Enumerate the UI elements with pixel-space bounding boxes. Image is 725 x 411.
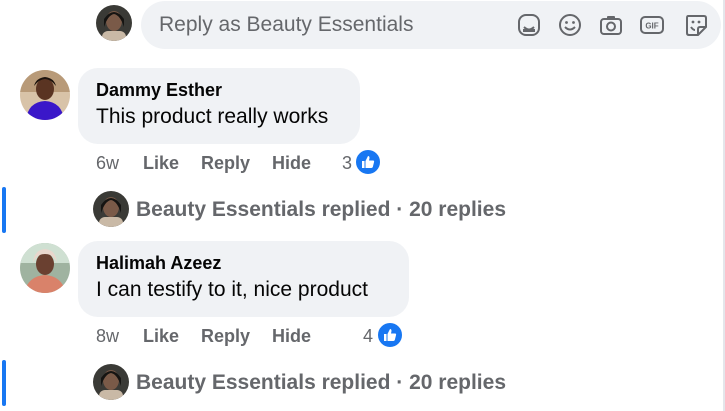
comment-text: I can testify to it, nice product (96, 278, 368, 301)
sticker-icon[interactable] (516, 12, 542, 38)
hide-button[interactable]: Hide (272, 324, 311, 348)
hide-button[interactable]: Hide (272, 151, 311, 175)
svg-text:GIF: GIF (645, 22, 658, 31)
comment-timestamp[interactable]: 6w (96, 151, 119, 175)
commenter-avatar[interactable] (20, 70, 70, 120)
comment-author[interactable]: Halimah Azeez (96, 252, 391, 274)
gif-icon[interactable]: GIF (639, 12, 665, 38)
reply-button[interactable]: Reply (201, 151, 250, 175)
reply-button[interactable]: Reply (201, 324, 250, 348)
reply-composer[interactable]: GIF (141, 1, 721, 49)
comment-author[interactable]: Dammy Esther (96, 79, 342, 101)
comment-text: This product really works (96, 105, 329, 128)
like-button[interactable]: Like (143, 324, 179, 348)
page-avatar[interactable] (96, 5, 132, 41)
like-reaction-icon[interactable] (376, 321, 404, 349)
view-replies-link[interactable]: Beauty Essentials replied · 20 replies (93, 364, 523, 402)
like-reaction-icon[interactable] (354, 148, 382, 176)
like-button[interactable]: Like (143, 151, 179, 175)
avatar-sticker-icon[interactable] (683, 12, 709, 38)
emoji-icon[interactable] (557, 12, 583, 38)
camera-icon[interactable] (598, 12, 624, 38)
view-replies-link[interactable]: Beauty Essentials replied · 20 replies (93, 191, 523, 229)
thread-indicator (2, 360, 6, 406)
comment-timestamp[interactable]: 8w (96, 324, 119, 348)
reaction-count[interactable]: 3 (342, 151, 352, 175)
commenter-avatar[interactable] (20, 243, 70, 293)
comment-actions: 6w Like Reply Hide 3 (96, 148, 396, 176)
comment-bubble: Halimah Azeez I can testify to it, nice … (78, 241, 409, 317)
comment-bubble: Dammy Esther This product really works (78, 68, 360, 144)
page-avatar (93, 364, 129, 400)
replies-summary[interactable]: Beauty Essentials replied · 20 replies (136, 370, 506, 396)
page-avatar (93, 191, 129, 227)
comment-actions: 8w Like Reply Hide 4 (96, 321, 416, 349)
replies-summary[interactable]: Beauty Essentials replied · 20 replies (136, 197, 506, 223)
reaction-count[interactable]: 4 (363, 324, 373, 348)
reply-input[interactable] (159, 12, 499, 38)
thread-indicator (2, 187, 6, 233)
